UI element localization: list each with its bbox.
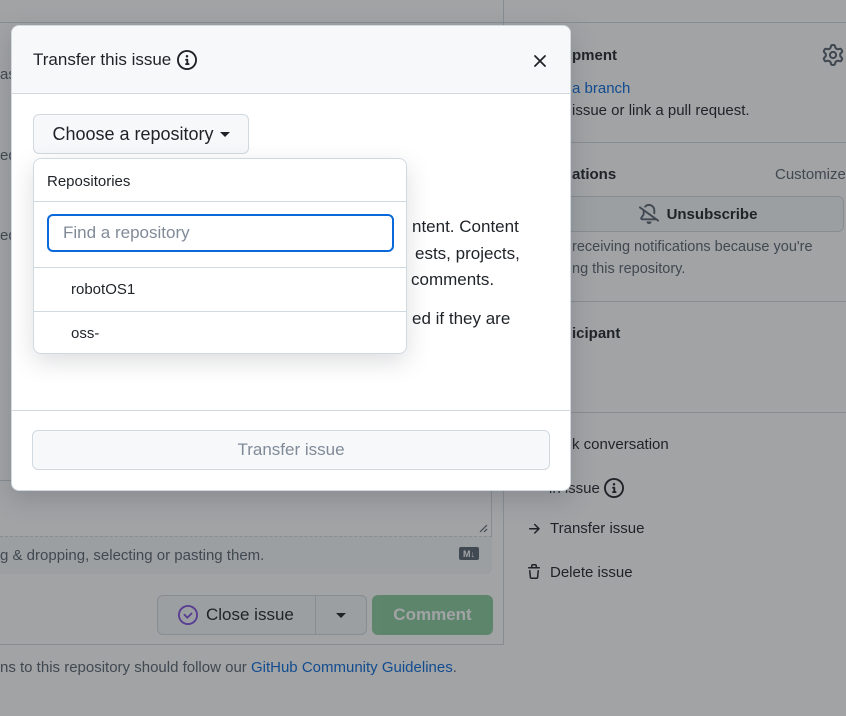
choose-repository-label: Choose a repository <box>52 123 214 144</box>
dialog-body-text: comments. <box>411 270 495 289</box>
divider <box>34 201 406 202</box>
info-icon[interactable] <box>177 50 198 70</box>
choose-repository-button[interactable]: Choose a repository <box>33 114 249 154</box>
caret-down-icon <box>219 131 230 137</box>
repository-select-panel: Repositories robotOS1 oss- <box>33 158 407 354</box>
repositories-heading: Repositories <box>47 173 131 190</box>
dialog-header: Transfer this issue <box>12 26 570 94</box>
dialog-title-text: Transfer this issue <box>33 50 172 69</box>
dialog-body-text: ntent. Content <box>412 217 519 236</box>
dialog-title: Transfer this issue <box>33 50 198 70</box>
transfer-issue-button[interactable]: Transfer issue <box>32 430 550 470</box>
dialog-body-text: ests, projects, <box>415 244 520 263</box>
repository-option[interactable]: oss- <box>34 312 406 355</box>
dialog-footer-divider <box>12 410 570 411</box>
dialog-body-text: ed if they are <box>412 309 511 328</box>
repository-option[interactable]: robotOS1 <box>34 268 406 311</box>
find-repository-input[interactable] <box>47 214 394 252</box>
close-icon[interactable] <box>528 49 552 73</box>
